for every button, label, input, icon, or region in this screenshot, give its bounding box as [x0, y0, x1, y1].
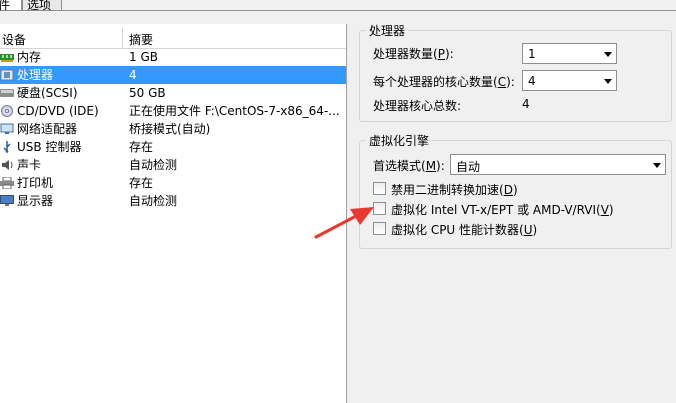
device-row-sound-card[interactable]: 声卡 自动检测: [0, 156, 346, 174]
device-row-hard-disk[interactable]: 硬盘(SCSI) 50 GB: [0, 84, 346, 102]
device-row-cd-dvd[interactable]: CD/DVD (IDE) 正在使用文件 F:\CentOS-7-x86_64-.…: [0, 102, 346, 120]
processor-count-label: 处理器数量(P):: [373, 47, 454, 61]
tab-label: 件: [0, 0, 11, 12]
tab-options[interactable]: 选项: [22, 0, 62, 12]
device-name: 显示器: [17, 194, 54, 208]
device-row-network-adapter[interactable]: 网络适配器 桥接模式(自动): [0, 120, 346, 138]
tab-strip: 件 选项: [0, 0, 676, 12]
column-header-device[interactable]: 设备: [2, 31, 26, 48]
column-separator[interactable]: [122, 28, 123, 48]
device-list[interactable]: 设备 摘要 内存 1 GB 处理器 4 硬盘(SCSI) 50 GB CD/DV…: [0, 24, 347, 403]
select-value: 1: [528, 47, 536, 61]
device-summary: 4: [129, 68, 137, 82]
hard-disk-icon: [0, 89, 14, 97]
annotation-arrow-icon: [314, 207, 374, 239]
cores-per-processor-label: 每个处理器的核心数量(C):: [373, 75, 515, 89]
device-row-usb-controller[interactable]: USB 控制器 存在: [0, 138, 346, 156]
device-name: 处理器: [17, 68, 54, 82]
column-header-summary[interactable]: 摘要: [129, 31, 153, 48]
cores-per-processor-select[interactable]: 4: [522, 70, 617, 91]
display-icon: [0, 195, 14, 206]
group-title: 处理器: [366, 22, 409, 39]
device-name: 网络适配器: [17, 122, 78, 136]
device-name: CD/DVD (IDE): [17, 104, 99, 118]
tab-hardware[interactable]: 件: [0, 0, 22, 12]
select-value: 自动: [456, 160, 481, 174]
device-summary: 50 GB: [129, 86, 166, 100]
total-cores-label: 处理器核心总数:: [373, 99, 462, 113]
tab-divider: [62, 10, 676, 11]
cd-dvd-icon: [1, 105, 13, 117]
device-row-printer[interactable]: 打印机 存在: [0, 174, 346, 192]
chevron-down-icon: [604, 52, 612, 57]
tab-label: 选项: [27, 0, 52, 12]
usb-icon: [3, 141, 11, 153]
printer-icon: [0, 177, 14, 189]
device-summary: 存在: [129, 176, 154, 190]
device-row-memory[interactable]: 内存 1 GB: [0, 48, 346, 66]
select-value: 4: [528, 74, 536, 88]
processor-count-select[interactable]: 1: [522, 43, 617, 64]
list-header: 设备 摘要: [0, 28, 346, 49]
sound-card-icon: [2, 160, 13, 170]
device-name: 声卡: [17, 158, 42, 172]
device-name: 内存: [17, 50, 42, 64]
processor-icon: [0, 69, 14, 81]
disable-binary-translation-checkbox[interactable]: [373, 182, 386, 195]
device-summary: 自动检测: [129, 158, 178, 172]
device-name: 硬盘(SCSI): [17, 86, 78, 100]
chevron-down-icon: [653, 163, 661, 168]
device-name: USB 控制器: [17, 140, 82, 154]
virtualize-vtx-label[interactable]: 虚拟化 Intel VT-x/EPT 或 AMD-V/RVI(V): [391, 201, 614, 218]
network-adapter-icon: [0, 123, 14, 134]
device-summary: 正在使用文件 F:\CentOS-7-x86_64-...: [129, 104, 340, 118]
device-summary: 桥接模式(自动): [129, 122, 211, 136]
group-title: 虚拟化引擎: [366, 132, 433, 149]
device-summary: 存在: [129, 140, 154, 154]
preferred-mode-label: 首选模式(M):: [373, 159, 445, 173]
preferred-mode-select[interactable]: 自动: [450, 154, 666, 175]
device-summary: 1 GB: [129, 50, 158, 64]
device-row-processor[interactable]: 处理器 4: [0, 66, 346, 84]
disable-binary-translation-label[interactable]: 禁用二进制转换加速(D): [391, 181, 518, 198]
memory-icon: [0, 54, 14, 62]
chevron-down-icon: [604, 79, 612, 84]
device-row-display[interactable]: 显示器 自动检测: [0, 192, 346, 210]
device-summary: 自动检测: [129, 194, 178, 208]
total-cores-value: 4: [522, 97, 530, 111]
virtualize-cpu-counters-label[interactable]: 虚拟化 CPU 性能计数器(U): [391, 221, 537, 238]
device-name: 打印机: [17, 176, 54, 190]
